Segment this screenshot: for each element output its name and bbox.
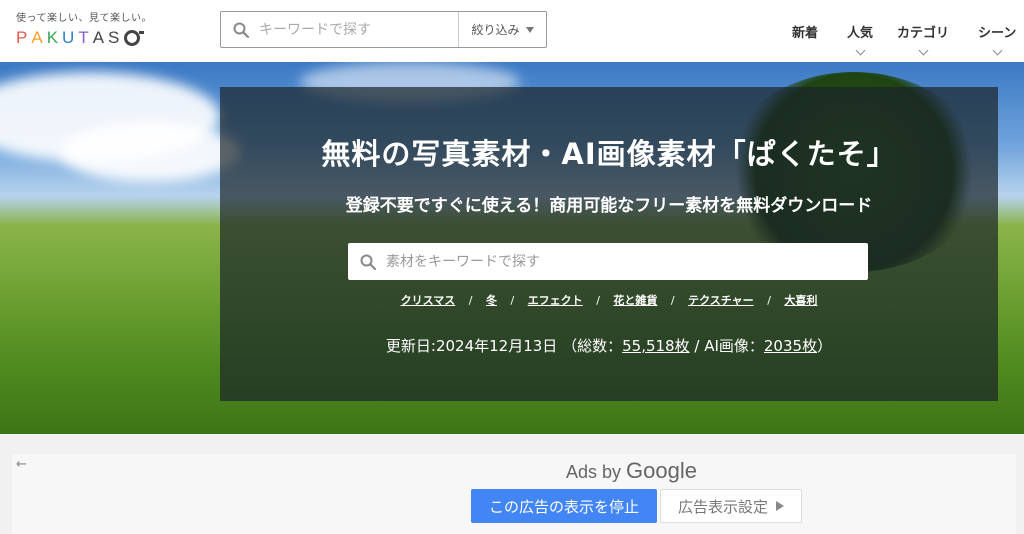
total-count-link[interactable]: 55,518枚 [622, 337, 690, 355]
filter-label: 絞り込み [471, 23, 520, 37]
logo-wordmark: P A K U T A S [16, 28, 186, 48]
logo-letter: K [46, 28, 63, 47]
search-icon [360, 254, 376, 270]
site-logo[interactable]: 使って楽しい、見て楽しい。 P A K U T A S [16, 9, 186, 48]
chevron-down-icon [525, 26, 534, 33]
background-cloud [60, 122, 240, 182]
hero-subtitle: 登録不要ですぐに使える！商用可能なフリー素材を無料ダウンロード [345, 196, 873, 216]
header-search-box: 絞り込み [220, 11, 547, 48]
stats-suffix: ） [817, 337, 833, 355]
hero-banner: 無料の写真素材・AI画像素材「ぱくたそ」 登録不要ですぐに使える！商用可能なフリ… [0, 62, 1024, 434]
chevron-down-icon [992, 45, 1003, 56]
logo-letter: A [92, 28, 109, 47]
tag-link[interactable]: 冬 [486, 294, 497, 307]
nav-new-label: 新着 [792, 26, 819, 41]
tag-separator: / [767, 294, 771, 307]
logo-letter: U [62, 28, 79, 47]
hero-search-box [348, 243, 868, 280]
logo-mark-icon [124, 30, 145, 46]
hero-title: 無料の写真素材・AI画像素材「ぱくたそ」 [321, 137, 897, 171]
tag-separator: / [468, 294, 473, 307]
ai-count-link[interactable]: 2035枚 [764, 337, 817, 355]
hero-search-input[interactable] [376, 243, 868, 280]
nav-popular[interactable]: 人気 [847, 0, 874, 56]
tag-link[interactable]: 花と雑貨 [613, 294, 657, 307]
play-icon [776, 501, 784, 511]
logo-letter: S [108, 28, 124, 47]
updated-label: 更新日: [385, 337, 436, 355]
logo-tagline: 使って楽しい、見て楽しい。 [16, 13, 152, 24]
nav-scene-label: シーン [978, 26, 1017, 41]
google-logo: Google [626, 458, 697, 483]
site-header: 使って楽しい、見て楽しい。 P A K U T A S 絞り込み 新着 人気 [0, 0, 1024, 62]
ad-area: ← Ads by Google この広告の表示を停止 広告表示設定 [0, 434, 1024, 534]
logo-letter: P [16, 28, 32, 47]
ads-by-google: Ads by Google [566, 458, 697, 484]
nav-scene[interactable]: シーン [978, 0, 1017, 56]
tag-link[interactable]: クリスマス [401, 294, 456, 307]
nav-category[interactable]: カテゴリ [897, 0, 950, 56]
ad-panel: ← Ads by Google この広告の表示を停止 広告表示設定 [12, 454, 1016, 534]
ai-prefix: / AI画像： [689, 337, 764, 355]
chevron-down-icon [855, 45, 865, 56]
hero-overlay: 無料の写真素材・AI画像素材「ぱくたそ」 登録不要ですぐに使える！商用可能なフリ… [220, 87, 998, 401]
tag-link[interactable]: 大喜利 [784, 294, 817, 307]
nav-popular-label: 人気 [847, 26, 874, 41]
back-arrow-icon[interactable]: ← [16, 457, 27, 472]
tag-separator: / [510, 294, 515, 307]
nav-category-label: カテゴリ [897, 26, 950, 41]
site-stats: 更新日:2024年12月13日 （総数：55,518枚 / AI画像：2035枚… [220, 335, 998, 356]
total-prefix: （総数： [562, 337, 623, 355]
popular-tags: クリスマス / 冬 / エフェクト / 花と雑貨 / テクスチャー / 大喜利 [220, 292, 998, 308]
nav-new[interactable]: 新着 [792, 0, 818, 41]
ads-by-label: Ads by [566, 462, 627, 482]
tag-separator: / [596, 294, 600, 307]
stop-ad-button[interactable]: この広告の表示を停止 [471, 489, 657, 523]
filter-dropdown[interactable]: 絞り込み [458, 12, 546, 47]
tag-separator: / [670, 294, 675, 307]
ad-settings-label: 広告表示設定 [677, 497, 768, 516]
header-search-input[interactable] [249, 12, 458, 47]
search-icon [233, 22, 249, 38]
updated-date: 2024年12月13日 [435, 337, 558, 355]
ad-settings-button[interactable]: 広告表示設定 [660, 489, 802, 523]
tag-link[interactable]: テクスチャー [688, 294, 754, 307]
logo-letter: A [31, 28, 47, 47]
logo-letter: T [78, 28, 93, 47]
tag-link[interactable]: エフェクト [528, 294, 583, 307]
chevron-down-icon [918, 45, 928, 56]
